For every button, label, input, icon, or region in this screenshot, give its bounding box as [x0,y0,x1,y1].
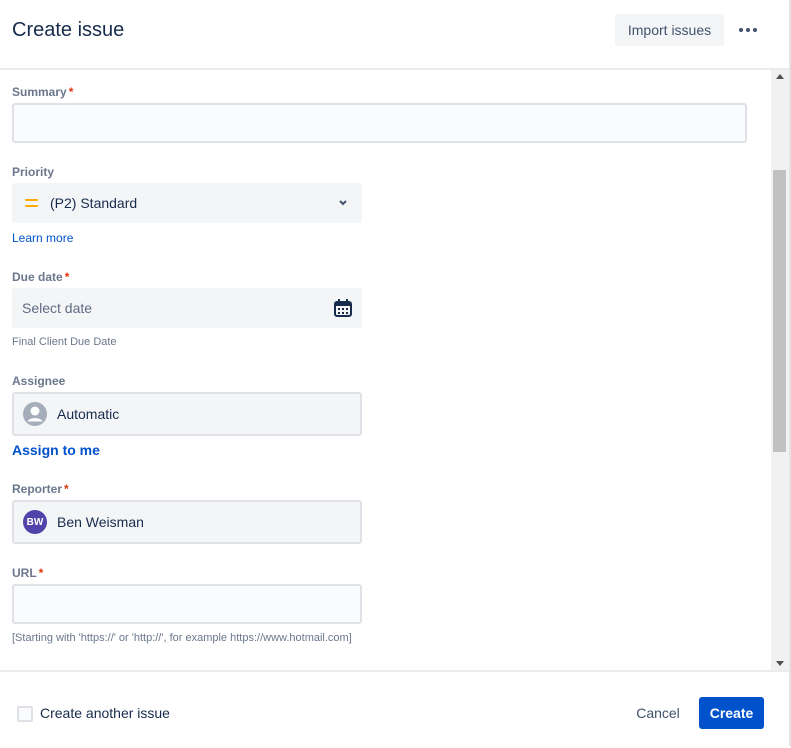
due-date-help-text: Final Client Due Date [12,336,117,348]
scroll-down-icon[interactable] [776,661,784,666]
summary-label: Summary * [12,85,74,99]
modal-footer: Create another issue Cancel Create [0,670,789,748]
url-label: URL * [12,566,44,580]
scrollbar[interactable] [771,70,789,670]
import-issues-button[interactable]: Import issues [615,14,724,46]
required-marker: * [64,482,69,496]
more-dots-icon [739,28,743,32]
priority-medium-icon [25,199,38,207]
priority-value: (P2) Standard [50,195,138,211]
url-input[interactable] [12,584,362,624]
due-date-picker[interactable]: Select date [12,288,362,328]
assign-to-me-link[interactable]: Assign to me [12,442,100,458]
default-avatar-icon [23,402,47,426]
due-date-label: Due date * [12,270,70,284]
priority-select[interactable]: (P2) Standard [12,183,362,223]
more-actions-button[interactable] [734,14,762,46]
summary-input[interactable] [12,103,747,143]
assignee-select[interactable]: Automatic [12,392,362,436]
avatar: BW [23,510,47,534]
reporter-label: Reporter * [12,482,69,496]
form-body[interactable]: Summary * Priority (P2) Standard Learn mo… [0,70,771,670]
url-help-text: [Starting with 'https://' or 'http://', … [12,632,352,644]
learn-more-link[interactable]: Learn more [12,231,73,245]
chevron-down-icon [339,200,347,206]
page-title: Create issue [12,19,125,41]
reporter-value: Ben Weisman [57,514,144,530]
create-another-label[interactable]: Create another issue [40,705,170,721]
required-marker: * [38,566,44,580]
calendar-icon[interactable] [334,299,352,317]
scroll-up-icon[interactable] [776,74,784,79]
assignee-label: Assignee [12,374,66,388]
create-another-checkbox[interactable] [17,706,33,722]
modal-header: Create issue Import issues [0,0,789,70]
scroll-thumb[interactable] [773,170,786,452]
reporter-select[interactable]: BW Ben Weisman [12,500,362,544]
priority-label: Priority [12,165,55,179]
assignee-value: Automatic [57,406,120,422]
required-marker: * [64,270,70,284]
required-marker: * [68,85,74,99]
due-date-placeholder: Select date [22,300,93,316]
cancel-button[interactable]: Cancel [628,697,688,729]
create-button[interactable]: Create [699,697,764,729]
